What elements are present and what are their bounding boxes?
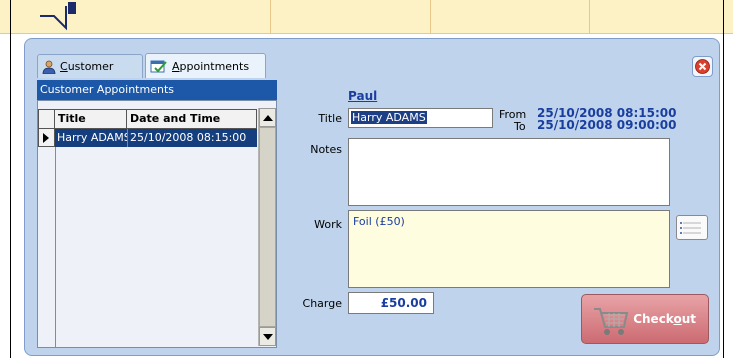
calendar-background-strip — [0, 0, 733, 34]
close-button[interactable] — [692, 56, 713, 77]
row-selector-divider — [55, 147, 56, 347]
tab-customer-label: Customer — [60, 60, 114, 73]
notes-label: Notes — [310, 143, 342, 156]
notes-field[interactable] — [348, 138, 670, 206]
appointments-icon — [150, 60, 167, 73]
list-bullet-icon — [680, 227, 682, 229]
tab-appointments-label: Appointments — [172, 59, 250, 73]
appointments-scrollbar[interactable] — [258, 108, 276, 346]
window-border — [723, 0, 724, 358]
to-label: To — [514, 120, 526, 133]
customer-icon — [42, 60, 56, 74]
current-row-arrow-icon — [43, 133, 49, 143]
row-selector[interactable] — [38, 129, 55, 147]
grid-header-row: Title Date and Time — [38, 109, 257, 129]
cell-date-time[interactable]: 25/10/2008 08:15:00 — [127, 129, 257, 147]
title-label: Title — [318, 112, 342, 125]
calendar-cell-divider — [589, 0, 590, 34]
appointments-grid[interactable]: Title Date and Time Harry ADAMS 25/10/20… — [37, 100, 277, 348]
list-bullet-icon — [680, 222, 682, 224]
calendar-grid-line — [0, 33, 733, 34]
work-field[interactable]: Foil (£50) — [348, 210, 670, 288]
checkout-button[interactable]: Checkout — [581, 294, 709, 344]
appointments-list-header: Customer Appointments — [37, 80, 277, 100]
charge-label: Charge — [302, 297, 342, 310]
tab-customer[interactable]: Customer — [37, 54, 143, 78]
scroll-thumb[interactable] — [259, 127, 276, 327]
close-icon — [695, 59, 710, 74]
column-header-title[interactable]: Title — [55, 109, 127, 129]
column-header-date-time[interactable]: Date and Time — [127, 109, 257, 129]
arrow-up-icon — [262, 114, 273, 121]
work-list-button[interactable] — [676, 215, 708, 240]
arrow-down-icon — [262, 333, 273, 340]
list-icon — [683, 222, 701, 224]
to-value: 25/10/2008 09:00:00 — [537, 118, 677, 132]
table-row[interactable]: Harry ADAMS 25/10/2008 08:15:00 — [38, 129, 257, 147]
tab-appointments[interactable]: Appointments — [145, 53, 266, 78]
scroll-down-button[interactable] — [259, 327, 276, 346]
calendar-cell-divider — [430, 0, 431, 34]
list-icon — [683, 227, 701, 229]
checkout-label: Checkout — [633, 312, 696, 326]
title-field-value: Harry ADAMS — [351, 111, 427, 124]
list-icon — [683, 232, 701, 234]
cell-title[interactable]: Harry ADAMS — [55, 129, 127, 147]
calendar-cell-divider — [270, 0, 271, 34]
scroll-up-button[interactable] — [259, 108, 276, 127]
corner-marker-icon — [40, 2, 76, 31]
shopping-cart-icon — [594, 308, 629, 335]
window-border — [10, 0, 11, 358]
list-bullet-icon — [680, 232, 682, 234]
customer-name-link[interactable]: Paul — [348, 89, 377, 103]
title-field[interactable]: Harry ADAMS — [348, 108, 493, 128]
charge-field[interactable]: £50.00 — [348, 292, 434, 314]
work-label: Work — [314, 218, 342, 231]
row-selector-header — [38, 109, 55, 129]
